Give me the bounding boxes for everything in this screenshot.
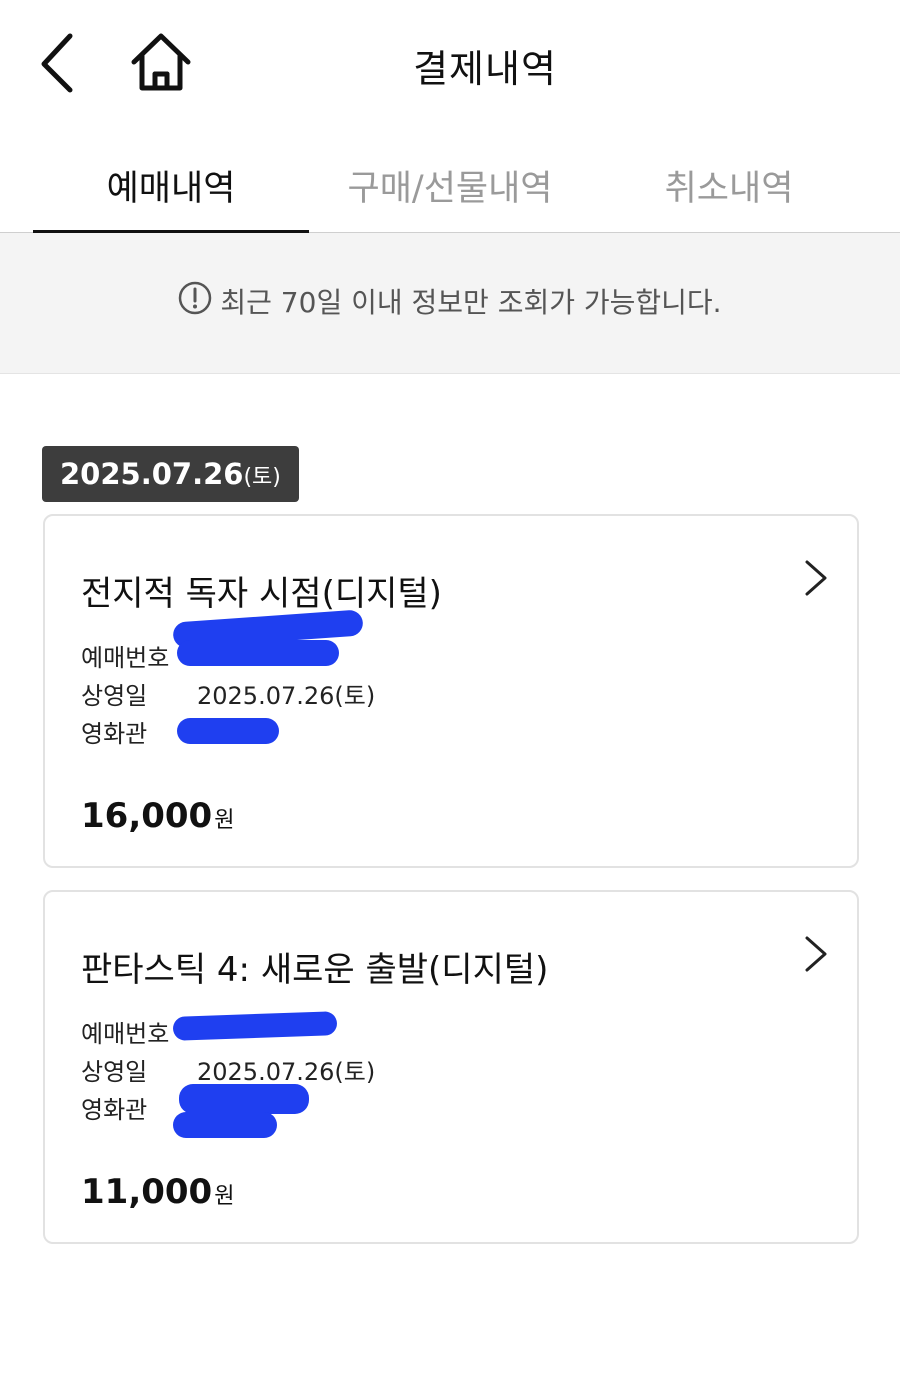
redaction-mark — [179, 1084, 309, 1114]
notice-banner: 최근 70일 이내 정보만 조회가 가능합니다. — [0, 233, 900, 374]
screening-date-value: 2025.07.26(토) — [197, 682, 376, 710]
booking-card[interactable]: 전지적 독자 시점(디지털) 예매번호 상영일 2025.07.26(토) 영화관… — [43, 514, 859, 868]
back-button[interactable] — [30, 28, 86, 98]
price-amount: 11,000 — [81, 1172, 213, 1212]
tab-bar: 예매내역 구매/선물내역 취소내역 — [0, 140, 900, 234]
booking-card[interactable]: 판타스틱 4: 새로운 출발(디지털) 예매번호 상영일 2025.07.26(토… — [43, 890, 859, 1244]
price: 11,000원 — [81, 1172, 234, 1212]
page-title: 결제내역 — [413, 47, 557, 91]
screening-date-value: 2025.07.26(토) — [197, 1058, 376, 1086]
date-group-badge: 2025.07.26(토) — [42, 446, 299, 502]
screening-date-label: 상영일 — [81, 1058, 148, 1086]
screening-date-row: 상영일 2025.07.26(토) — [81, 676, 375, 711]
price: 16,000원 — [81, 796, 234, 836]
price-unit: 원 — [214, 1184, 235, 1209]
tab-cancellations[interactable]: 취소내역 — [591, 160, 867, 232]
movie-title: 판타스틱 4: 새로운 출발(디지털) — [81, 950, 549, 990]
tab-reservations[interactable]: 예매내역 — [33, 160, 309, 232]
redaction-mark — [172, 1011, 338, 1041]
home-button[interactable] — [128, 30, 194, 96]
price-amount: 16,000 — [81, 796, 213, 836]
date-group-date: 2025.07.26 — [60, 457, 244, 491]
price-unit: 원 — [214, 808, 235, 833]
date-group-day: (토) — [243, 465, 281, 490]
movie-title: 전지적 독자 시점(디지털) — [81, 574, 442, 614]
chevron-right-icon — [805, 560, 827, 596]
chevron-right-icon — [805, 936, 827, 972]
app-header: 결제내역 — [0, 0, 900, 130]
redaction-mark — [177, 718, 279, 744]
redaction-mark — [177, 640, 339, 666]
home-icon — [131, 33, 191, 91]
chevron-left-icon — [41, 33, 73, 93]
info-icon — [178, 281, 212, 315]
redaction-mark — [173, 1112, 277, 1138]
screening-date-label: 상영일 — [81, 682, 148, 710]
notice-text: 최근 70일 이내 정보만 조회가 가능합니다. — [220, 286, 722, 319]
screening-date-row: 상영일 2025.07.26(토) — [81, 1052, 375, 1087]
tab-purchases-gifts[interactable]: 구매/선물내역 — [309, 160, 591, 232]
